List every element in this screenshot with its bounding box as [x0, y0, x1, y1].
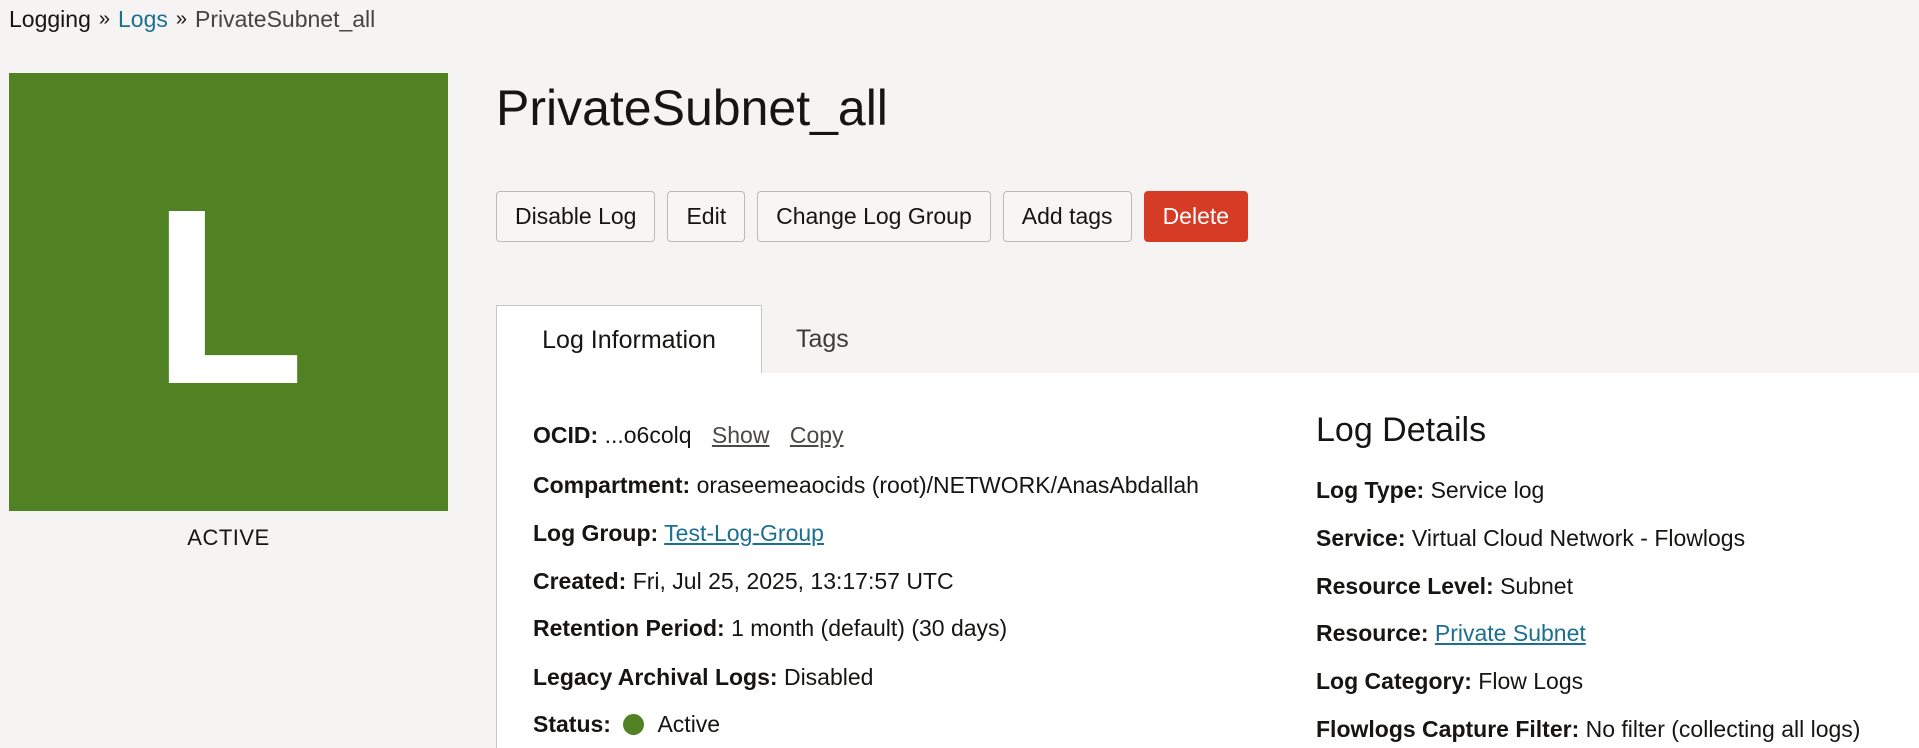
resource-row: Resource: Private Subnet — [1316, 620, 1586, 647]
status-value: Active — [657, 711, 721, 737]
created-value: Fri, Jul 25, 2025, 13:17:57 UTC — [632, 568, 954, 594]
compartment-value: oraseemeaocids (root)/NETWORK/AnasAbdall… — [696, 472, 1199, 498]
ocid-label: OCID: — [533, 422, 599, 448]
legacy-archival-row: Legacy Archival Logs: Disabled — [533, 664, 873, 691]
service-label: Service: — [1316, 525, 1406, 551]
disable-log-button[interactable]: Disable Log — [496, 191, 656, 242]
log-category-label: Log Category: — [1316, 668, 1472, 694]
resource-icon-tile: L — [9, 73, 448, 511]
breadcrumb-separator-icon: » — [98, 8, 110, 30]
resource-level-row: Resource Level: Subnet — [1316, 573, 1573, 600]
log-details-heading: Log Details — [1316, 411, 1487, 449]
breadcrumb: Logging » Logs » PrivateSubnet_all — [9, 6, 375, 33]
legacy-archival-label: Legacy Archival Logs: — [533, 664, 778, 690]
tab-bar: Log Information Tags — [496, 305, 1919, 375]
page-title: PrivateSubnet_all — [496, 80, 888, 136]
breadcrumb-current: PrivateSubnet_all — [194, 6, 376, 32]
capture-filter-row: Flowlogs Capture Filter: No filter (coll… — [1316, 716, 1860, 743]
capture-filter-label: Flowlogs Capture Filter: — [1316, 716, 1580, 742]
status-row: Status: Active — [533, 711, 720, 738]
log-group-row: Log Group: Test-Log-Group — [533, 520, 824, 547]
tab-tags[interactable]: Tags — [796, 305, 849, 374]
resource-label: Resource: — [1316, 620, 1429, 646]
service-value: Virtual Cloud Network - Flowlogs — [1411, 525, 1746, 551]
action-toolbar: Disable Log Edit Change Log Group Add ta… — [496, 191, 1249, 242]
retention-row: Retention Period: 1 month (default) (30 … — [533, 615, 1007, 642]
log-category-row: Log Category: Flow Logs — [1316, 668, 1583, 695]
resource-letter-icon: L — [152, 157, 305, 436]
created-row: Created: Fri, Jul 25, 2025, 13:17:57 UTC — [533, 568, 954, 595]
status-active-icon — [623, 714, 645, 735]
resource-level-value: Subnet — [1500, 573, 1573, 599]
created-label: Created: — [533, 568, 627, 594]
edit-button[interactable]: Edit — [667, 191, 746, 242]
log-type-value: Service log — [1430, 477, 1545, 503]
retention-value: 1 month (default) (30 days) — [731, 615, 1008, 641]
delete-button[interactable]: Delete — [1143, 191, 1249, 242]
breadcrumb-logs-link[interactable]: Logs — [118, 6, 168, 33]
log-group-label: Log Group: — [533, 520, 659, 546]
ocid-show-link[interactable]: Show — [712, 422, 770, 448]
resource-level-label: Resource Level: — [1316, 573, 1494, 599]
compartment-row: Compartment: oraseemeaocids (root)/NETWO… — [533, 472, 1199, 499]
legacy-archival-value: Disabled — [783, 664, 874, 690]
breadcrumb-separator-icon: » — [175, 8, 187, 30]
log-type-label: Log Type: — [1316, 477, 1425, 503]
ocid-row: OCID: ...o6colq Show Copy — [533, 422, 844, 449]
ocid-copy-link[interactable]: Copy — [790, 422, 844, 448]
retention-label: Retention Period: — [533, 615, 725, 641]
add-tags-button[interactable]: Add tags — [1002, 191, 1132, 242]
ocid-value: ...o6colq — [604, 422, 692, 448]
compartment-label: Compartment: — [533, 472, 691, 498]
breadcrumb-logging: Logging — [9, 6, 91, 32]
resource-link[interactable]: Private Subnet — [1435, 620, 1586, 646]
log-category-value: Flow Logs — [1478, 668, 1584, 694]
resource-status-label: ACTIVE — [187, 525, 270, 550]
log-type-row: Log Type: Service log — [1316, 477, 1544, 504]
service-row: Service: Virtual Cloud Network - Flowlog… — [1316, 525, 1745, 552]
status-label: Status: — [533, 711, 611, 737]
tab-log-information[interactable]: Log Information — [496, 305, 762, 375]
log-group-link[interactable]: Test-Log-Group — [664, 520, 824, 546]
change-log-group-button[interactable]: Change Log Group — [757, 191, 991, 242]
capture-filter-value: No filter (collecting all logs) — [1585, 716, 1861, 742]
